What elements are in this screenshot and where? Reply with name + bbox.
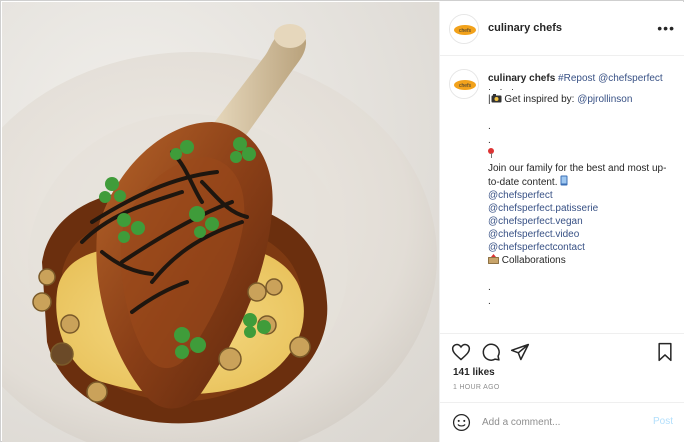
- post-timestamp: 1 HOUR AGO: [453, 384, 500, 391]
- camera-emoji-icon: |: [488, 94, 502, 105]
- pushpin-icon: [488, 148, 494, 158]
- post-actions: 141 likes 1 HOUR AGO: [440, 333, 684, 401]
- join-text: Join our family for the best and most up…: [488, 163, 667, 188]
- link-chefsperfect[interactable]: @chefsperfect: [488, 190, 553, 201]
- culinary-chefs-logo-icon: chefs: [450, 15, 478, 43]
- caption-dot: .: [488, 121, 491, 132]
- comment-bar: Post: [440, 402, 684, 442]
- post-header: chefs culinary chefs •••: [440, 2, 684, 56]
- post-button[interactable]: Post: [653, 416, 673, 427]
- comment-input[interactable]: [482, 414, 642, 430]
- caption-username[interactable]: culinary chefs: [488, 73, 555, 84]
- caption-avatar[interactable]: chefs: [449, 69, 479, 99]
- svg-text:chefs: chefs: [459, 83, 471, 89]
- link-chefsperfect-video[interactable]: @chefsperfect.video: [488, 229, 579, 240]
- repost-user-link[interactable]: @chefsperfect: [598, 73, 663, 84]
- outbox-emoji-icon: [488, 254, 499, 264]
- inspired-text: Get inspired by:: [504, 94, 578, 105]
- more-options-icon[interactable]: •••: [657, 20, 675, 36]
- phone-emoji-icon: [560, 175, 568, 186]
- caption-dot: .: [488, 135, 491, 146]
- culinary-chefs-logo-icon: chefs: [450, 70, 478, 98]
- heart-icon[interactable]: [451, 342, 471, 362]
- post-frame: chefs culinary chefs ••• chefs culinary …: [0, 0, 684, 442]
- inspired-user-link[interactable]: @pjrollinson: [577, 94, 632, 105]
- repost-hashtag[interactable]: #Repost: [558, 73, 595, 84]
- header-username[interactable]: culinary chefs: [488, 22, 562, 34]
- emoji-smile-icon[interactable]: [452, 413, 471, 432]
- caption-dot: .: [488, 296, 491, 307]
- collab-text: Collaborations: [501, 255, 566, 266]
- bookmark-icon[interactable]: [655, 342, 675, 362]
- avatar[interactable]: chefs: [449, 14, 479, 44]
- caption-dot: .: [488, 282, 491, 293]
- caption-text: culinary chefs #Repost @chefsperfect · ·…: [488, 72, 678, 309]
- post-photo[interactable]: [2, 2, 439, 442]
- link-chefsperfect-vegan[interactable]: @chefsperfect.vegan: [488, 216, 583, 227]
- svg-text:chefs: chefs: [459, 28, 471, 34]
- likes-count[interactable]: 141 likes: [453, 367, 495, 378]
- comment-icon[interactable]: [481, 342, 501, 362]
- food-image: [2, 2, 439, 442]
- caption-area: chefs culinary chefs #Repost @chefsperfe…: [440, 57, 684, 333]
- caption-dots: · · ·: [488, 84, 517, 94]
- share-icon[interactable]: [510, 342, 530, 362]
- link-chefsperfect-patisserie[interactable]: @chefsperfect.patisserie: [488, 203, 598, 214]
- post-side-panel: chefs culinary chefs ••• chefs culinary …: [439, 2, 684, 442]
- link-chefsperfectcontact[interactable]: @chefsperfectcontact: [488, 242, 585, 253]
